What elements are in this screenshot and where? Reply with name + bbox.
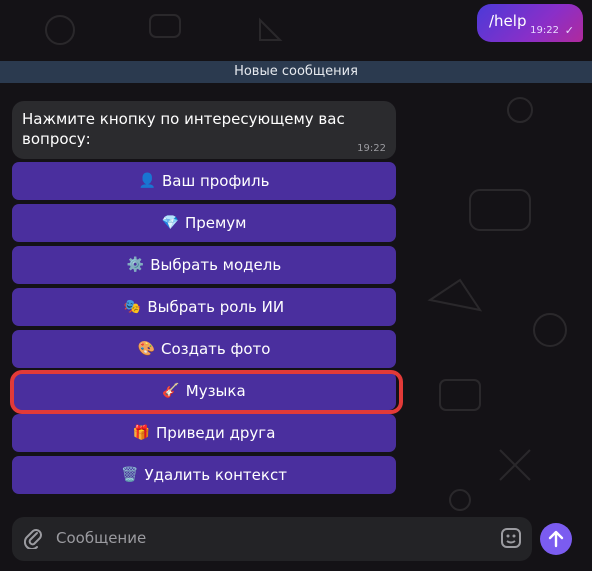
incoming-message-text: Нажмите кнопку по интересующему вас вопр… xyxy=(22,110,345,148)
outgoing-message-bubble: /help 19:22 ✓ xyxy=(477,4,583,42)
button-label: Создать фото xyxy=(160,340,271,358)
sticker-icon[interactable] xyxy=(500,527,522,554)
button-label: Удалить контекст xyxy=(144,466,287,484)
profile-button[interactable]: 👤 Ваш профиль xyxy=(12,162,396,200)
new-messages-divider: Новые сообщения xyxy=(0,61,592,83)
create-photo-button[interactable]: 🎨 Создать фото xyxy=(12,330,396,368)
button-label: Ваш профиль xyxy=(161,172,270,190)
profile-icon: 👤 xyxy=(138,173,156,189)
incoming-message-bubble: Нажмите кнопку по интересующему вас вопр… xyxy=(12,101,396,159)
message-input[interactable]: Сообщение xyxy=(56,529,146,547)
palette-icon: 🎨 xyxy=(137,341,155,357)
button-label: Приведи друга xyxy=(156,424,276,442)
arrow-up-icon xyxy=(548,530,564,548)
message-composer: Сообщение xyxy=(12,517,532,561)
send-button[interactable] xyxy=(540,523,572,555)
button-label: Премум xyxy=(184,214,247,232)
highlight-outline xyxy=(10,370,403,414)
incoming-message-time: 19:22 xyxy=(357,143,386,154)
invite-friend-button[interactable]: 🎁 Приведи друга xyxy=(12,414,396,452)
paperclip-icon[interactable] xyxy=(23,527,42,554)
gear-icon: ⚙️ xyxy=(126,257,145,273)
single-check-icon: ✓ xyxy=(564,24,574,37)
gift-icon: 🎁 xyxy=(132,425,151,441)
outgoing-message-text: /help xyxy=(489,12,527,30)
button-label: Выбрать роль ИИ xyxy=(147,298,285,316)
premium-button[interactable]: 💎 Премум xyxy=(12,204,396,242)
choose-ai-role-button[interactable]: 🎭 Выбрать роль ИИ xyxy=(12,288,396,326)
outgoing-message-time: 19:22 xyxy=(530,25,559,36)
new-messages-label: Новые сообщения xyxy=(234,64,358,79)
button-label: Выбрать модель xyxy=(150,256,282,274)
masks-icon: 🎭 xyxy=(123,299,142,315)
trash-icon: 🗑️ xyxy=(121,467,139,483)
diamond-icon: 💎 xyxy=(161,215,179,231)
choose-model-button[interactable]: ⚙️ Выбрать модель xyxy=(12,246,396,284)
delete-context-button[interactable]: 🗑️ Удалить контекст xyxy=(12,456,396,494)
